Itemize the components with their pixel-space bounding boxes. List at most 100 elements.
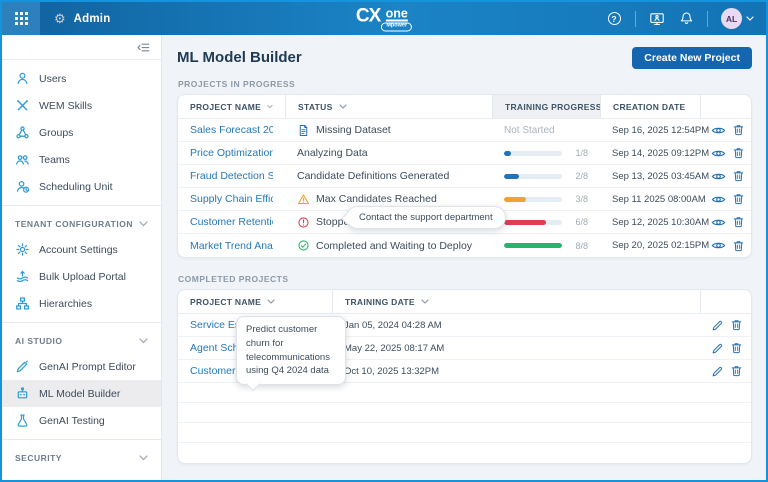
project-name-link[interactable]: Sales Forecast 2024 — [190, 124, 273, 136]
sidebar-item-hierarchies[interactable]: Hierarchies — [2, 290, 161, 317]
sidebar-item-teams[interactable]: Teams — [2, 146, 161, 173]
sort-chevron-icon — [267, 104, 273, 109]
view-button[interactable] — [711, 145, 726, 161]
project-name-link[interactable]: Customer Retention Analytics — [190, 216, 273, 228]
divider — [635, 11, 636, 27]
logo-mpower-badge: Mpower — [381, 23, 412, 32]
collapse-sidebar-icon[interactable] — [135, 39, 151, 55]
delete-button[interactable] — [732, 145, 745, 161]
column-header-status[interactable]: STATUS — [285, 95, 492, 118]
status-text: Completed and Waiting to Deploy — [316, 240, 472, 252]
trash-icon — [730, 341, 743, 355]
sidebar-item-scheduling-unit[interactable]: Scheduling Unit — [2, 173, 161, 200]
sidebar-item-groups[interactable]: Groups — [2, 119, 161, 146]
help-icon[interactable]: ? — [606, 11, 622, 27]
delete-button[interactable] — [732, 168, 745, 184]
upload-icon — [15, 269, 30, 284]
column-header-creation-date[interactable]: CREATION DATE — [600, 95, 700, 118]
grid-icon — [15, 12, 28, 25]
sidebar-item-bulk-upload-portal[interactable]: Bulk Upload Portal — [2, 263, 161, 290]
create-new-project-button[interactable]: Create New Project — [632, 47, 752, 69]
sidebar-item-label: Users — [39, 73, 66, 85]
projects-in-progress-table: PROJECT NAME STATUS TRAINING PROGRESS CR… — [177, 94, 752, 258]
sidebar-item-ml-model-builder[interactable]: ML Model Builder — [2, 380, 161, 407]
column-header-project-name[interactable]: PROJECT NAME — [178, 95, 285, 118]
delete-button[interactable] — [730, 340, 743, 356]
sidebar-item-users[interactable]: Users — [2, 65, 161, 92]
divider — [2, 322, 161, 323]
sidebar-section-security[interactable]: SECURITY — [2, 445, 161, 470]
sidebar-item-label: Bulk Upload Portal — [39, 271, 126, 283]
chevron-down-icon — [139, 338, 148, 344]
training-date: Oct 10, 2025 13:32PM — [344, 366, 439, 377]
delete-button[interactable] — [730, 363, 743, 379]
sidebar-item-label: GenAI Testing — [39, 415, 105, 427]
table-row[interactable]: Fraud Detection System Candidate Definit… — [178, 165, 751, 188]
section-label-projects-in-progress: PROJECTS IN PROGRESS — [178, 79, 752, 89]
view-button[interactable] — [711, 191, 726, 207]
project-name-link[interactable]: Supply Chain Efficiency — [190, 193, 273, 205]
sidebar-section-tenant-configuration[interactable]: TENANT CONFIGURATION — [2, 211, 161, 236]
view-button[interactable] — [711, 214, 726, 230]
column-header-training-progress[interactable]: TRAINING PROGRESS — [492, 95, 600, 118]
column-header-project-name[interactable]: PROJECT NAME — [178, 290, 332, 313]
view-button[interactable] — [711, 168, 726, 184]
delete-button[interactable] — [730, 317, 743, 333]
eye-icon — [711, 123, 726, 138]
progress-fraction: 8/8 — [575, 241, 588, 251]
sidebar-item-label: Groups — [39, 127, 73, 139]
document-icon — [297, 124, 310, 137]
sidebar-section-ai-studio[interactable]: AI STUDIO — [2, 328, 161, 353]
view-button[interactable] — [711, 238, 726, 254]
table-header-row: PROJECT NAME TRAINING DATE — [178, 290, 751, 314]
app-launcher-button[interactable] — [2, 2, 40, 35]
sidebar-item-label: GenAI Prompt Editor — [39, 361, 136, 373]
eye-icon — [711, 238, 726, 253]
stopped-icon — [297, 216, 310, 229]
sidebar-item-genai-prompt-editor[interactable]: GenAI Prompt Editor — [2, 353, 161, 380]
current-app[interactable]: ⚙ Admin — [54, 12, 110, 25]
sidebar-item-genai-testing[interactable]: GenAI Testing — [2, 407, 161, 434]
avatar: AL — [721, 8, 742, 29]
scheduling-unit-icon — [15, 179, 30, 194]
eye-icon — [711, 215, 726, 230]
delete-button[interactable] — [732, 122, 745, 138]
gear-icon — [15, 242, 30, 257]
progress-bar — [504, 220, 562, 225]
user-icon — [15, 71, 30, 86]
edit-button[interactable] — [711, 317, 724, 333]
notifications-bell-icon[interactable] — [678, 11, 694, 27]
progress-not-started: Not Started — [504, 125, 555, 136]
logo-cx: CX — [356, 6, 380, 25]
project-name-link[interactable]: Market Trend Analysis — [190, 240, 273, 252]
sort-chevron-icon — [339, 104, 347, 109]
delete-button[interactable] — [732, 214, 745, 230]
main-content: ML Model Builder Create New Project PROJ… — [163, 35, 766, 480]
trash-icon — [730, 318, 743, 332]
table-header-row: PROJECT NAME STATUS TRAINING PROGRESS CR… — [178, 95, 751, 119]
app-name: Admin — [74, 13, 111, 25]
table-row[interactable]: Price Optimization Engine Analyzing Data… — [178, 142, 751, 165]
chevron-down-icon — [139, 455, 148, 461]
sort-chevron-icon — [267, 299, 275, 304]
delete-button[interactable] — [732, 238, 745, 254]
training-date: Jan 05, 2024 04:28 AM — [344, 320, 442, 331]
section-label: AI STUDIO — [15, 336, 62, 346]
project-name-link[interactable]: Price Optimization Engine — [190, 147, 273, 159]
view-button[interactable] — [711, 122, 726, 138]
delete-button[interactable] — [732, 191, 745, 207]
project-name-link[interactable]: Fraud Detection System — [190, 170, 273, 182]
tooltip-stopped-status: Contact the support department — [346, 206, 506, 229]
edit-button[interactable] — [711, 340, 724, 356]
user-menu[interactable]: AL — [721, 8, 754, 29]
table-row[interactable]: Market Trend Analysis Completed and Wait… — [178, 234, 751, 257]
section-label-completed-projects: COMPLETED PROJECTS — [178, 274, 752, 284]
screen-share-icon[interactable] — [649, 11, 665, 27]
sidebar-item-wem-skills[interactable]: WEM Skills — [2, 92, 161, 119]
edit-button[interactable] — [711, 363, 724, 379]
table-row[interactable]: Sales Forecast 2024 Missing Dataset Not … — [178, 119, 751, 142]
sidebar-item-account-settings[interactable]: Account Settings — [2, 236, 161, 263]
column-header-training-date[interactable]: TRAINING DATE — [332, 290, 700, 313]
progress-bar — [504, 151, 562, 156]
table-row-empty — [178, 403, 751, 423]
